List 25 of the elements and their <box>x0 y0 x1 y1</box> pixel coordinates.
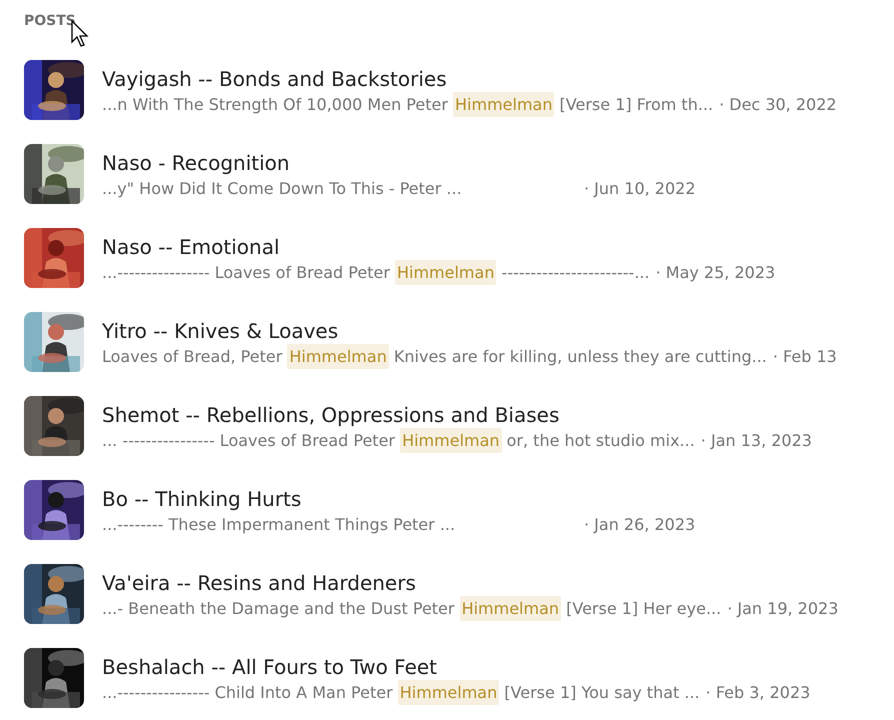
post-date: · Feb 13 <box>772 346 837 366</box>
post-snippet: Loaves of Bread, Peter Himmelman Knives are for killing, unless they are cutting... <box>102 346 767 366</box>
post-date: · May 25, 2023 <box>656 262 776 282</box>
post-snippet: ...---------------- Child Into A Man Peter Himmelman [Verse 1] You say that ... <box>102 682 700 702</box>
post-date: · Feb 3, 2023 <box>706 682 810 702</box>
post-snippet: ...---------------- Loaves of Bread Peter Himmelman -----------------------... <box>102 262 650 282</box>
post-date: · Dec 30, 2022 <box>719 94 837 114</box>
post-snippet: ...n With The Strength Of 10,000 Men Peter Himmelman [Verse 1] From th... <box>102 94 714 114</box>
post-snippet: ... ---------------- Loaves of Bread Peter Himmelman or, the hot studio mix... <box>102 430 695 450</box>
post-title[interactable]: Naso - Recognition <box>102 150 696 174</box>
post-snippet: ...-------- These Impermanent Things Peter ... <box>102 514 456 534</box>
post-title[interactable]: Shemot -- Rebellions, Oppressions and Biases <box>102 402 812 426</box>
post-title[interactable]: Naso -- Emotional <box>102 234 776 258</box>
post-title[interactable]: Bo -- Thinking Hurts <box>102 486 696 510</box>
post-date: · Jan 26, 2023 <box>584 514 696 534</box>
post-snippet: ...y" How Did It Come Down To This - Peter ... <box>102 178 463 198</box>
post-date: · Jun 10, 2022 <box>584 178 696 198</box>
post-title[interactable]: Vayigash -- Bonds and Backstories <box>102 66 837 90</box>
post-title[interactable]: Beshalach -- All Fours to Two Feet <box>102 654 810 678</box>
post-date: · Jan 19, 2023 <box>727 598 838 618</box>
post-snippet: ...- Beneath the Damage and the Dust Peter Himmelman [Verse 1] Her eye... <box>102 598 722 618</box>
section-heading: POSTS <box>24 13 76 29</box>
post-date: · Jan 13, 2023 <box>700 430 812 450</box>
post-title[interactable]: Va'eira -- Resins and Hardeners <box>102 570 838 594</box>
post-title[interactable]: Yitro -- Knives & Loaves <box>102 318 837 342</box>
